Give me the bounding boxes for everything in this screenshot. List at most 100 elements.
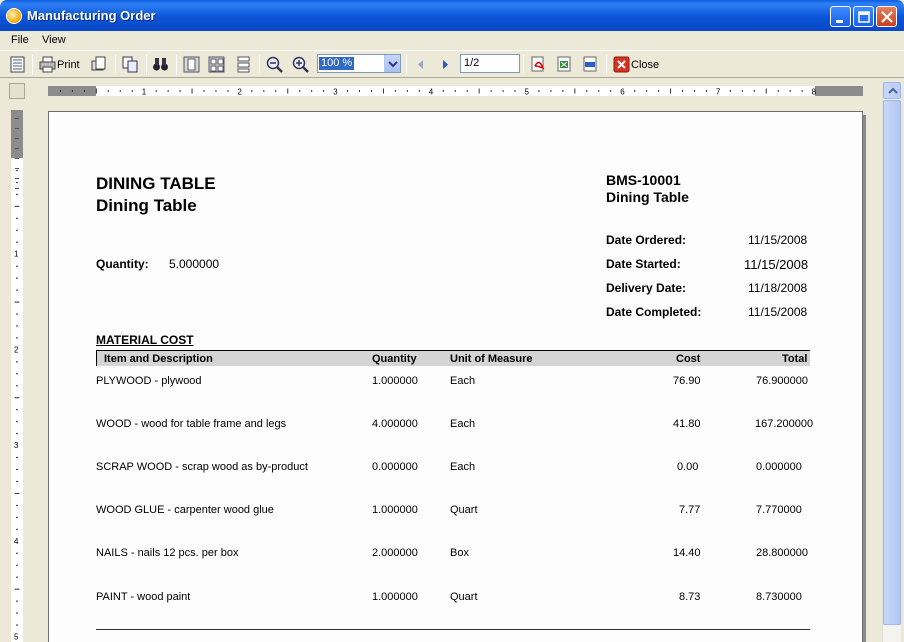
row-quantity: 2.000000 bbox=[372, 547, 418, 559]
zoom-value: 100 % bbox=[319, 57, 355, 70]
order-number: BMS-10001 bbox=[606, 172, 681, 188]
row-cost: 8.73 bbox=[679, 591, 701, 603]
row-uom: Each bbox=[450, 375, 476, 387]
ruler-label: 4 bbox=[14, 537, 19, 546]
row-uom: Quart bbox=[450, 591, 478, 603]
row-item: WOOD - wood for table frame and legs bbox=[96, 418, 287, 430]
row-quantity: 1.000000 bbox=[372, 591, 418, 603]
zoom-in-icon[interactable] bbox=[292, 56, 309, 73]
close-window-button[interactable] bbox=[876, 6, 897, 27]
row-total: 76.900000 bbox=[756, 375, 808, 387]
app-icon[interactable] bbox=[6, 8, 22, 24]
page-setup-icon[interactable] bbox=[91, 56, 108, 73]
row-total: 28.800000 bbox=[756, 547, 808, 559]
ruler-label: 4 bbox=[429, 88, 434, 97]
ruler-label: 3 bbox=[14, 441, 19, 450]
vertical-scrollbar[interactable] bbox=[882, 82, 901, 642]
row-item: NAILS - nails 12 pcs. per box bbox=[96, 547, 239, 559]
horizontal-ruler: 1 2 3 4 5 6 7 8 bbox=[48, 86, 863, 96]
ruler-label: 2 bbox=[237, 88, 242, 97]
row-total: 8.730000 bbox=[756, 591, 802, 603]
next-page-icon[interactable] bbox=[437, 56, 454, 73]
copy-icon[interactable] bbox=[122, 56, 139, 73]
menu-view[interactable]: View bbox=[42, 34, 66, 46]
ruler-label: 8 bbox=[812, 88, 817, 97]
row-uom: Quart bbox=[450, 504, 478, 516]
row-uom: Each bbox=[450, 418, 476, 430]
menu-file[interactable]: File bbox=[11, 34, 29, 46]
date-started-label: Date Started: bbox=[606, 257, 681, 271]
title-bar[interactable]: Manufacturing Order bbox=[0, 0, 904, 31]
print-icon[interactable] bbox=[39, 56, 56, 73]
row-quantity: 4.000000 bbox=[372, 418, 418, 430]
scroll-up-button[interactable] bbox=[883, 82, 901, 99]
close-report-button[interactable]: Close bbox=[631, 59, 659, 71]
date-ordered-label: Date Ordered: bbox=[606, 233, 687, 247]
date-completed-value: 11/15/2008 bbox=[748, 305, 808, 319]
row-item: WOOD GLUE - carpenter wood glue bbox=[96, 504, 274, 516]
col-quantity-header: Quantity bbox=[372, 353, 417, 365]
export-excel-icon[interactable] bbox=[556, 56, 573, 73]
print-button[interactable]: Print bbox=[57, 59, 80, 71]
zoom-out-icon[interactable] bbox=[266, 56, 283, 73]
zoom-dropdown[interactable]: 100 % bbox=[317, 54, 401, 73]
ruler-label: 5 bbox=[14, 633, 19, 642]
row-total: 167.200000 bbox=[755, 418, 814, 430]
chevron-down-icon bbox=[388, 61, 398, 68]
ruler-label: 3 bbox=[333, 88, 338, 97]
close-report-icon[interactable] bbox=[613, 56, 630, 73]
section-title: MATERIAL COST bbox=[96, 333, 194, 347]
toolbar: Print Close bbox=[0, 50, 904, 78]
window-title: Manufacturing Order bbox=[27, 8, 156, 23]
page-shadow bbox=[863, 115, 866, 642]
product-title: DINING TABLE bbox=[96, 174, 216, 193]
scroll-thumb[interactable] bbox=[883, 100, 901, 625]
date-completed-label: Date Completed: bbox=[606, 305, 702, 319]
row-uom: Each bbox=[450, 461, 476, 473]
close-icon bbox=[881, 11, 893, 23]
vertical-ruler: 1 2 3 4 5 bbox=[11, 110, 23, 642]
continuous-page-icon[interactable] bbox=[235, 56, 252, 73]
ruler-label: 2 bbox=[14, 345, 19, 354]
find-icon[interactable] bbox=[152, 56, 169, 73]
minimize-icon bbox=[836, 20, 843, 23]
page-number-input[interactable]: 1/2 bbox=[460, 54, 520, 73]
zoom-dropdown-arrow[interactable] bbox=[384, 55, 400, 72]
row-item: PLYWOOD - plywood bbox=[96, 375, 202, 387]
ruler-corner bbox=[9, 83, 25, 99]
document-map-icon[interactable] bbox=[9, 56, 26, 73]
row-cost: 76.90 bbox=[673, 375, 701, 387]
row-cost: 0.00 bbox=[677, 461, 699, 473]
ruler-label: 6 bbox=[620, 88, 625, 97]
delivery-date-value: 11/18/2008 bbox=[748, 281, 808, 295]
delivery-date-label: Delivery Date: bbox=[606, 281, 687, 295]
row-uom: Box bbox=[450, 547, 469, 559]
row-item: SCRAP WOOD - scrap wood as by-product bbox=[96, 461, 308, 473]
quantity-value: 5.000000 bbox=[169, 257, 220, 271]
row-cost: 41.80 bbox=[673, 418, 701, 430]
menu-bar: File View bbox=[0, 31, 904, 50]
ruler-label: 5 bbox=[525, 88, 530, 97]
chevron-up-icon bbox=[888, 87, 898, 94]
single-page-icon[interactable] bbox=[183, 56, 200, 73]
export-word-icon[interactable] bbox=[582, 56, 599, 73]
table-bottom-rule bbox=[96, 629, 810, 630]
row-total: 0.000000 bbox=[756, 461, 802, 473]
maximize-icon bbox=[858, 11, 870, 23]
col-cost-header: Cost bbox=[676, 353, 701, 365]
row-cost: 7.77 bbox=[679, 504, 701, 516]
export-pdf-icon[interactable] bbox=[530, 56, 547, 73]
row-cost: 14.40 bbox=[673, 547, 701, 559]
table-header: Item and Description Quantity Unit of Me… bbox=[96, 350, 810, 366]
ruler-label: 1 bbox=[14, 250, 19, 259]
quantity-label: Quantity: bbox=[96, 257, 149, 271]
date-started-value: 11/15/2008 bbox=[744, 257, 809, 272]
row-quantity: 0.000000 bbox=[372, 461, 418, 473]
multi-page-icon[interactable] bbox=[208, 56, 225, 73]
previous-page-icon[interactable] bbox=[413, 56, 430, 73]
ruler-label: 7 bbox=[716, 88, 721, 97]
row-quantity: 1.000000 bbox=[372, 504, 418, 516]
report-viewer-window: Manufacturing Order File View Print Clos… bbox=[0, 0, 904, 642]
maximize-button[interactable] bbox=[853, 6, 874, 27]
minimize-button[interactable] bbox=[830, 6, 851, 27]
